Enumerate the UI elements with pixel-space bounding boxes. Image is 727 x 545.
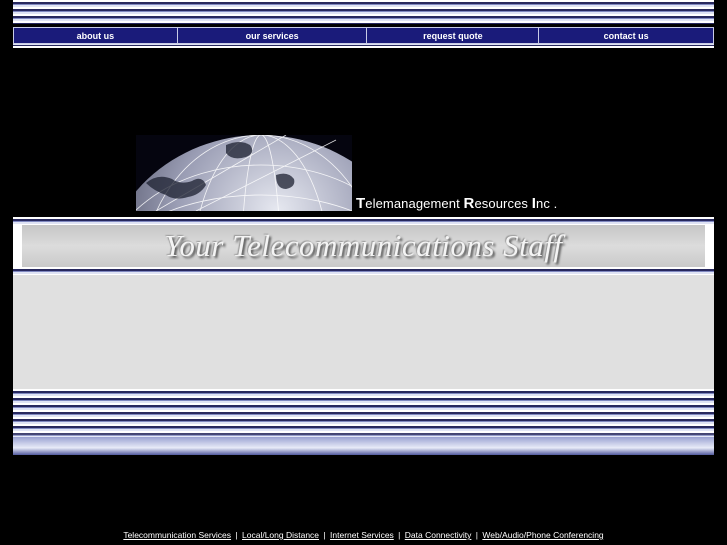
footer-separator: | (398, 530, 401, 540)
company-part-2: esources (474, 196, 532, 211)
nav-contact-us-label: contact us (603, 30, 649, 41)
main-nav: about us our services request quote cont… (13, 27, 714, 44)
nav-request-quote-label: request quote (423, 30, 483, 41)
nav-our-services[interactable]: our services (178, 28, 368, 43)
footer-link-internet-services[interactable]: Internet Services (330, 530, 394, 540)
tagline-panel: Your Telecommunications Staff (22, 225, 705, 267)
banner-top-stripes (13, 217, 714, 225)
company-name: Telemanagement Resources Inc . (356, 195, 557, 212)
footer-separator: | (235, 530, 238, 540)
nav-underline (13, 44, 714, 48)
company-initial-t: T (356, 195, 366, 212)
content-area (13, 275, 714, 389)
globe-image (136, 135, 352, 211)
company-initial-r: R (463, 195, 475, 212)
company-part-3: nc . (536, 196, 558, 211)
footer-separator: | (323, 530, 326, 540)
nav-about-us-label: about us (76, 30, 115, 41)
top-stripe-band (13, 0, 714, 24)
tagline-banner: Your Telecommunications Staff (13, 225, 714, 271)
footer-link-web-audio-phone-conferencing[interactable]: Web/Audio/Phone Conferencing (482, 530, 603, 540)
tagline-text: Your Telecommunications Staff (164, 228, 563, 263)
lower-shade-band (13, 437, 714, 455)
banner-bottom-stripes (13, 267, 714, 275)
footer-links: Telecommunication Services | Local/Long … (0, 530, 727, 540)
globe-graphic (136, 135, 352, 211)
nav-request-quote[interactable]: request quote (367, 28, 540, 43)
nav-our-services-label: our services (245, 30, 299, 41)
footer-link-data-connectivity[interactable]: Data Connectivity (405, 530, 472, 540)
footer-link-local-long-distance[interactable]: Local/Long Distance (242, 530, 319, 540)
footer-separator: | (475, 530, 478, 540)
company-part-1: elemanagement (365, 196, 464, 211)
nav-about-us[interactable]: about us (14, 28, 178, 43)
footer-link-telecommunication-services[interactable]: Telecommunication Services (123, 530, 231, 540)
nav-contact-us[interactable]: contact us (539, 28, 713, 43)
